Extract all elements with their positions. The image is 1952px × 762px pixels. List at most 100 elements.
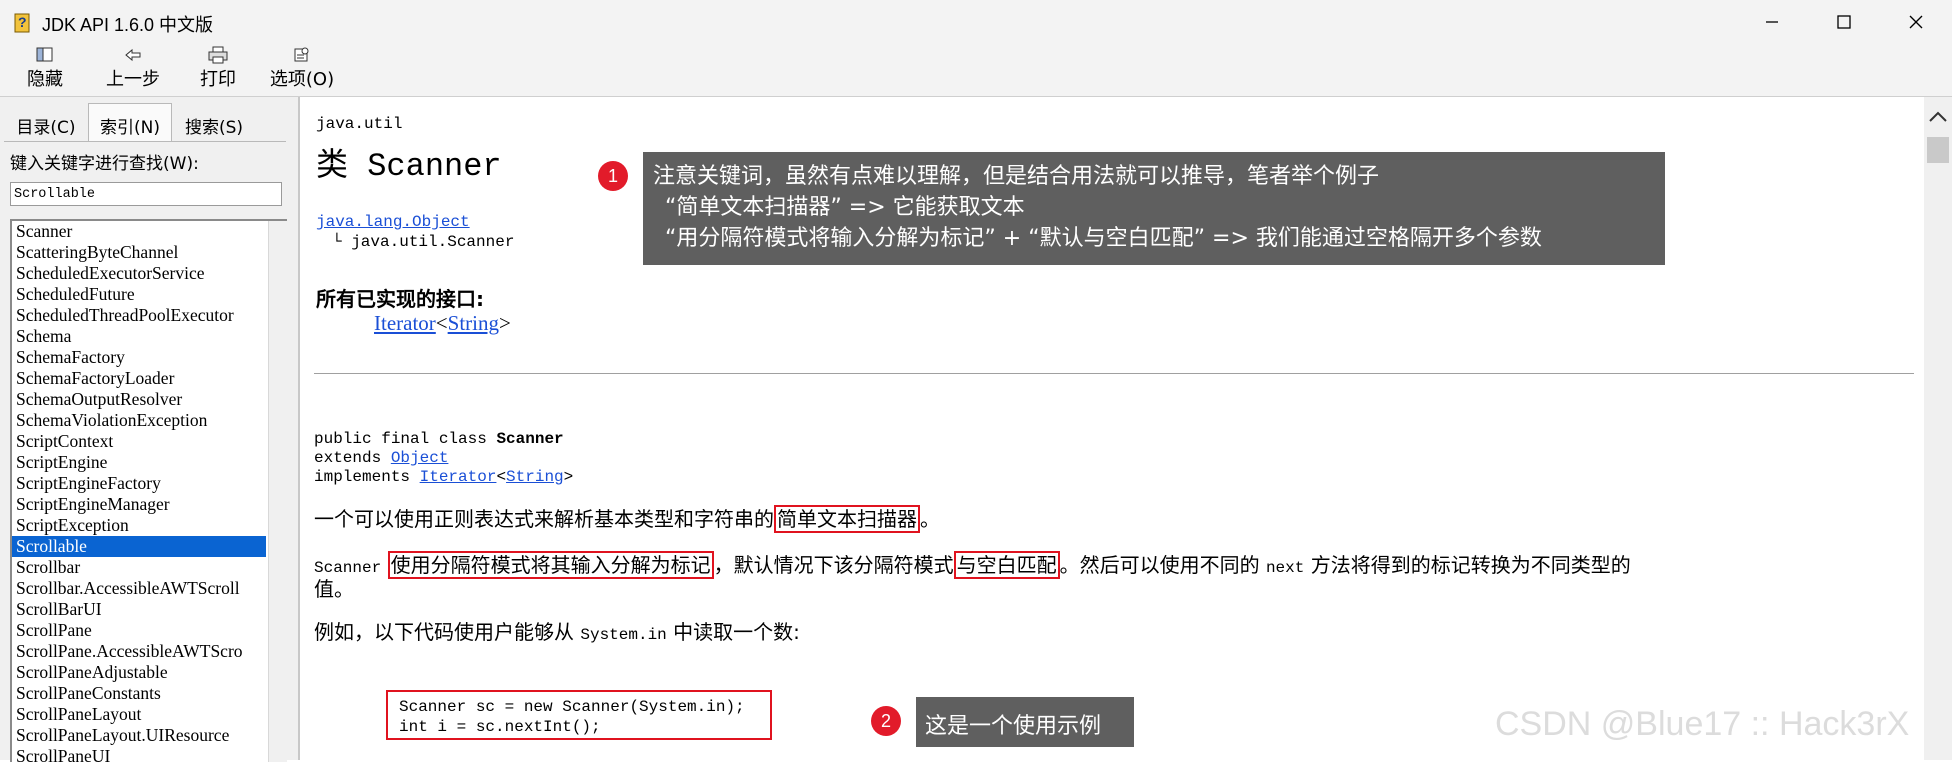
index-list-item[interactable]: ScrollPaneLayout	[12, 704, 266, 725]
index-list-item[interactable]: ScriptEngineFactory	[12, 473, 266, 494]
note1-line3: “用分隔符模式将输入分解为标记” + “默认与空白匹配” => 我们能通过空格隔…	[665, 226, 1542, 251]
hide-pane-icon	[36, 47, 53, 62]
package-name: java.util	[316, 115, 403, 133]
index-list-item[interactable]: ScrollPaneAdjustable	[12, 662, 266, 683]
index-list-item[interactable]: ScrollPaneLayout.UIResource	[12, 725, 266, 746]
hierarchy-child: └ java.util.Scanner	[332, 233, 515, 251]
keyword-label: 键入关键字进行查找(W):	[10, 154, 199, 174]
para1-text: 一个可以使用正则表达式来解析基本类型和字符串的	[314, 507, 774, 531]
annotation-note-2: 这是一个使用示例	[916, 697, 1134, 747]
para2-mid: ，默认情况下该分隔符模式	[713, 553, 954, 577]
index-list-item[interactable]: ScriptEngine	[12, 452, 266, 473]
code-line-2: int i = sc.nextInt();	[399, 718, 601, 736]
index-list-item[interactable]: ScheduledThreadPoolExecutor	[12, 305, 266, 326]
index-list-item[interactable]: ScriptException	[12, 515, 266, 536]
description-para-2: Scanner 使用分隔符模式将其输入分解为标记 ，默认情况下该分隔符模式 与空白匹…	[314, 549, 1631, 579]
code-example: Scanner sc = new Scanner(System.in); int…	[386, 690, 772, 740]
title-bar: ? JDK API 1.6.0 中文版	[0, 0, 1952, 44]
print-button[interactable]: 打印	[190, 46, 246, 94]
window-title: JDK API 1.6.0 中文版	[42, 15, 214, 35]
implements-prefix: implements	[314, 468, 420, 486]
options-button[interactable]: 选项(O)	[268, 46, 336, 94]
description-para-1: 一个可以使用正则表达式来解析基本类型和字符串的 简单文本扫描器。	[314, 503, 940, 533]
para2-end: 方法将得到的标记转换为不同类型的	[1310, 553, 1631, 577]
keyword-search-input[interactable]	[10, 182, 282, 206]
para3-code-system-in: System.in	[580, 626, 667, 644]
maximize-button[interactable]	[1808, 0, 1880, 44]
printer-icon	[208, 46, 228, 64]
index-list[interactable]: Scanner ScatteringByteChannel ScheduledExe…	[10, 219, 287, 762]
svg-text:?: ?	[18, 14, 27, 30]
note1-line2: “简单文本扫描器” => 它能获取文本	[665, 195, 1025, 220]
print-label: 打印	[200, 69, 236, 90]
toolbar: 隐藏 上一步 打印 选项(O)	[0, 44, 1952, 97]
options-label: 选项(O)	[269, 69, 335, 90]
hide-button[interactable]: 隐藏	[20, 46, 70, 94]
highlight-delimiter-pattern: 使用分隔符模式将其输入分解为标记	[387, 551, 714, 579]
link-object[interactable]: Object	[391, 449, 449, 467]
highlight-simple-text-scanner: 简单文本扫描器	[774, 505, 920, 533]
description-para-3: 例如，以下代码使用户能够从 System.in 中读取一个数:	[314, 616, 800, 645]
index-list-item[interactable]: Schema	[12, 326, 266, 347]
para2-code-next: next	[1265, 559, 1305, 577]
link-iterator[interactable]: Iterator	[374, 311, 436, 335]
back-button[interactable]: 上一步	[98, 46, 168, 94]
index-list-item[interactable]: ScriptContext	[12, 431, 266, 452]
minimize-icon	[1766, 21, 1778, 23]
maximize-icon	[1837, 15, 1851, 29]
index-list-item[interactable]: Scrollbar	[12, 557, 266, 578]
index-list-item[interactable]: ScheduledFuture	[12, 284, 266, 305]
index-list-item[interactable]: ScrollPane	[12, 620, 266, 641]
decl-class-name: Scanner	[496, 430, 564, 448]
annotation-badge-2: 2	[871, 706, 901, 736]
extends-prefix: extends	[314, 449, 391, 467]
para3-end: 中读取一个数:	[673, 620, 800, 644]
index-list-item[interactable]: SchemaFactory	[12, 347, 266, 368]
interfaces-heading: 所有已实现的接口:	[316, 287, 484, 311]
index-list-item[interactable]: ScrollPane.AccessibleAWTScro	[12, 641, 266, 662]
annotation-badge-1: 1	[598, 161, 628, 191]
annotation-note-1: 注意关键词，虽然有点难以理解，但是结合用法就可以推导，笔者举个例子 “简单文本扫…	[643, 152, 1665, 265]
link-string-decl[interactable]: String	[506, 468, 564, 486]
para1-end: 。	[920, 507, 940, 531]
index-list-item[interactable]: SchemaOutputResolver	[12, 389, 266, 410]
index-list-item[interactable]: ScrollBarUI	[12, 599, 266, 620]
help-book-icon: ?	[14, 13, 30, 33]
scroll-thumb[interactable]	[1927, 137, 1949, 163]
index-list-item[interactable]: Scanner	[12, 221, 266, 242]
index-list-item[interactable]: SchemaFactoryLoader	[12, 368, 266, 389]
para2-after: 。然后可以使用不同的	[1059, 553, 1260, 577]
back-arrow-icon	[125, 48, 141, 62]
scroll-up-icon[interactable]	[1928, 109, 1948, 123]
index-list-item[interactable]: ScriptEngineManager	[12, 494, 266, 515]
index-list-item[interactable]: Scrollable	[12, 536, 266, 557]
index-list-item[interactable]: Scrollbar.AccessibleAWTScroll	[12, 578, 266, 599]
tab-index[interactable]: 索引(N)	[88, 103, 172, 141]
class-declaration: public final class Scanner extends Objec…	[314, 430, 574, 486]
link-java-lang-object[interactable]: java.lang.Object	[316, 213, 470, 231]
interfaces-list: Iterator<String>	[374, 311, 511, 335]
separator	[314, 373, 1914, 374]
content-scrollbar[interactable]	[1924, 97, 1952, 760]
navigation-pane: 目录(C) 索引(N) 搜索(S) 键入关键字进行查找(W): ScannerS…	[0, 97, 300, 762]
index-list-item[interactable]: SchemaViolationException	[12, 410, 266, 431]
tab-contents[interactable]: 目录(C)	[8, 107, 84, 141]
class-title: 类 Scanner	[316, 148, 502, 185]
index-list-scrollbar[interactable]	[268, 221, 287, 762]
para2-line2: 值。	[314, 577, 354, 601]
highlight-whitespace-match: 与空白匹配	[953, 551, 1060, 579]
decl-prefix: public final class	[314, 430, 497, 448]
minimize-button[interactable]	[1736, 0, 1808, 44]
index-list-item[interactable]: ScrollPaneConstants	[12, 683, 266, 704]
code-line-1: Scanner sc = new Scanner(System.in);	[399, 698, 745, 716]
link-iterator-decl[interactable]: Iterator	[420, 468, 497, 486]
back-label: 上一步	[106, 69, 160, 90]
index-list-item[interactable]: ScatteringByteChannel	[12, 242, 266, 263]
link-string[interactable]: String	[448, 311, 499, 335]
close-button[interactable]	[1880, 0, 1952, 44]
close-icon	[1909, 15, 1923, 29]
index-list-item[interactable]: ScheduledExecutorService	[12, 263, 266, 284]
hide-label: 隐藏	[27, 69, 63, 90]
tab-search[interactable]: 搜索(S)	[174, 107, 254, 141]
options-icon	[294, 47, 309, 62]
